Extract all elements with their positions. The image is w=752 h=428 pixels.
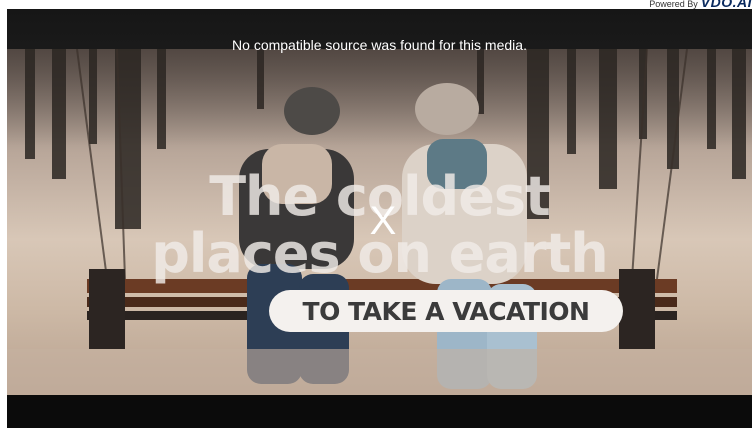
powered-by-text: Powered By [649, 0, 698, 9]
page: Powered By VDO.AI No compatible source w… [0, 0, 752, 428]
subtitle-text: TO TAKE A VACATION [302, 296, 590, 326]
powered-by-badge[interactable]: Powered By VDO.AI [649, 0, 752, 9]
subtitle-pill: TO TAKE A VACATION [269, 290, 623, 332]
player-bottom-band [7, 395, 752, 428]
vdo-ai-logo[interactable]: VDO.AI [701, 0, 752, 9]
error-message: No compatible source was found for this … [232, 37, 527, 53]
video-player[interactable]: No compatible source was found for this … [7, 9, 752, 428]
close-button[interactable]: X [363, 199, 403, 243]
